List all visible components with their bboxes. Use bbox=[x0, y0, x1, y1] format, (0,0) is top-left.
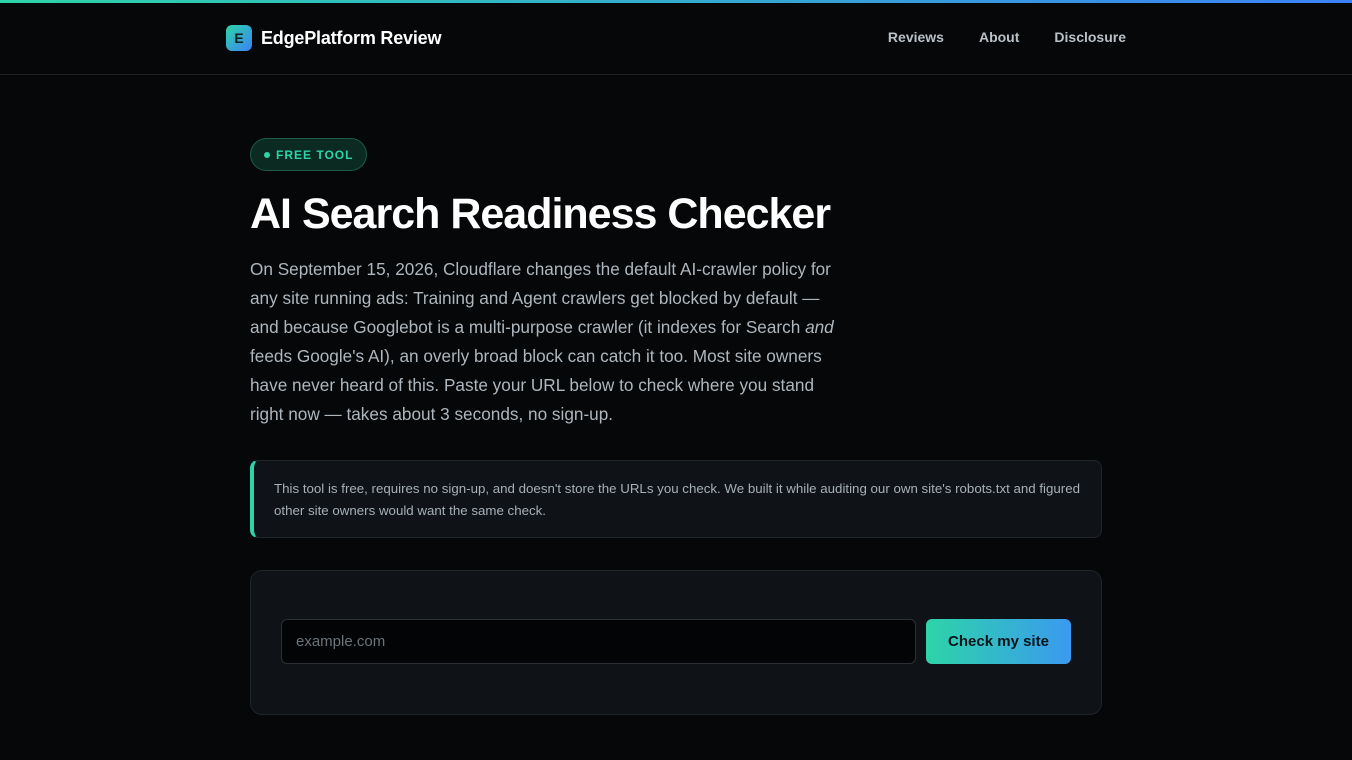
nav-link-about[interactable]: About bbox=[979, 29, 1019, 45]
privacy-notice: This tool is free, requires no sign-up, … bbox=[250, 460, 1102, 538]
privacy-notice-text: This tool is free, requires no sign-up, … bbox=[274, 481, 1081, 518]
url-checker-card: Check my site bbox=[250, 570, 1102, 715]
nav-link-reviews[interactable]: Reviews bbox=[888, 29, 944, 45]
page-title: AI Search Readiness Checker bbox=[250, 190, 831, 238]
url-input[interactable] bbox=[281, 619, 916, 664]
brand-home-link[interactable]: E EdgePlatform Review bbox=[226, 25, 441, 51]
brand-name: EdgePlatform Review bbox=[261, 27, 442, 48]
nav-link-disclosure[interactable]: Disclosure bbox=[1054, 29, 1126, 45]
status-dot-icon bbox=[264, 151, 270, 158]
brand-logo-icon: E bbox=[226, 25, 252, 51]
intro-emphasis: and bbox=[805, 317, 834, 337]
badge-label: FREE TOOL bbox=[276, 147, 354, 162]
intro-paragraph: On September 15, 2026, Cloudflare change… bbox=[250, 255, 840, 429]
check-site-button[interactable]: Check my site bbox=[926, 619, 1071, 664]
intro-text-part2: feeds Google's AI), an overly broad bloc… bbox=[250, 346, 822, 424]
main-nav: Reviews About Disclosure bbox=[888, 29, 1126, 45]
site-header: E EdgePlatform Review Reviews About Disc… bbox=[0, 3, 1352, 75]
intro-text-part1: On September 15, 2026, Cloudflare change… bbox=[250, 259, 831, 337]
free-tool-badge: FREE TOOL bbox=[250, 138, 368, 171]
